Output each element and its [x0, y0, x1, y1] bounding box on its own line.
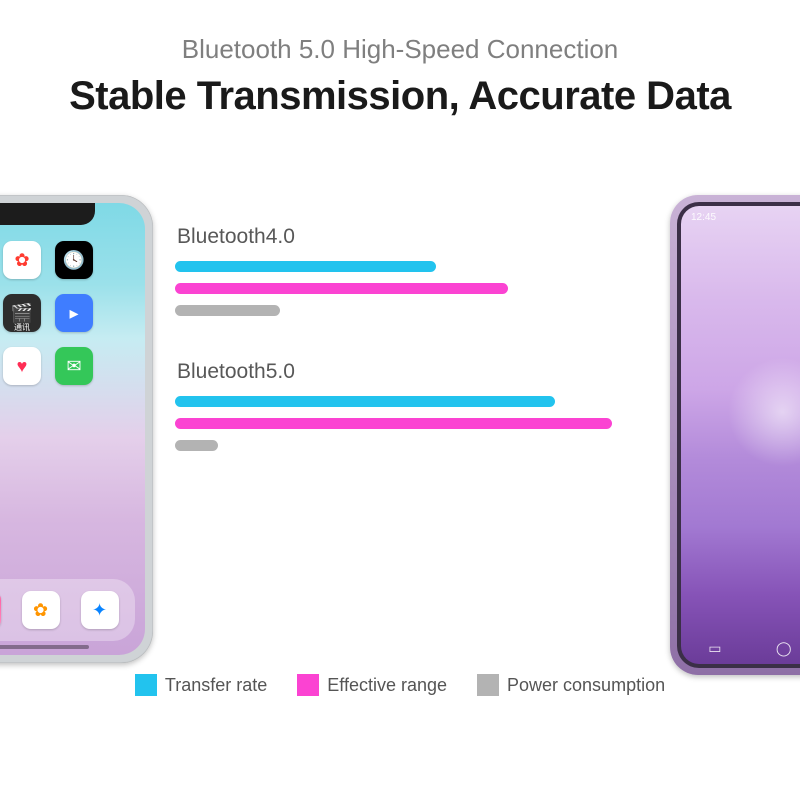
clock-icon: 🕓 — [55, 241, 93, 279]
video-icon: ▸ — [55, 294, 93, 332]
comparison-chart: Bluetooth4.0 Bluetooth5.0 — [175, 225, 650, 495]
bar-bt40-transfer — [175, 261, 436, 272]
bar-bt40-range — [175, 283, 508, 294]
bar-bt50-range — [175, 418, 612, 429]
bar-bt50-transfer — [175, 396, 555, 407]
legend-swatch-gray — [477, 674, 499, 696]
home-indicator — [0, 645, 89, 649]
chart-group-label: Bluetooth4.0 — [175, 225, 650, 249]
page-title: Stable Transmission, Accurate Data — [0, 74, 800, 119]
photos-icon: ✿ — [3, 241, 41, 279]
legend-item-transfer: Transfer rate — [135, 674, 267, 696]
chart-group-bt40: Bluetooth4.0 — [175, 225, 650, 316]
bar-bt40-power — [175, 305, 280, 316]
bar-bt50-power — [175, 440, 218, 451]
messages-icon: ✉ — [55, 347, 93, 385]
health-icon: ♥ — [3, 347, 41, 385]
legend-swatch-blue — [135, 674, 157, 696]
phone-right-illustration: 12:45▲ ▮ ▭ ◯ ◁ — [670, 195, 800, 675]
legend-item-range: Effective range — [297, 674, 447, 696]
safari-icon: ✦ — [81, 591, 119, 629]
page-subtitle: Bluetooth 5.0 High-Speed Connection — [0, 34, 800, 65]
nav-home-icon: ◯ — [776, 640, 792, 657]
photos-dock-icon: ✿ — [22, 591, 60, 629]
music-icon: ♪ — [0, 591, 1, 629]
phone-left-illustration: 📷相机 ✿ 🕓 ⚙ 🎬通讯 ▸ Ⓐ ♥ ✉ ♪ ✿ ✦ — [0, 195, 153, 663]
chart-group-bt50: Bluetooth5.0 — [175, 360, 650, 451]
phone-notch — [0, 203, 95, 225]
legend-swatch-pink — [297, 674, 319, 696]
nav-recents-icon: ▭ — [708, 640, 721, 657]
legend-label: Transfer rate — [165, 675, 267, 696]
android-status-bar: 12:45▲ ▮ — [681, 206, 800, 228]
android-nav-bar: ▭ ◯ ◁ — [681, 632, 800, 664]
chart-group-label: Bluetooth5.0 — [175, 360, 650, 384]
app-grid: 📷相机 ✿ 🕓 ⚙ 🎬通讯 ▸ Ⓐ ♥ ✉ — [0, 241, 131, 385]
legend-label: Effective range — [327, 675, 447, 696]
legend-item-power: Power consumption — [477, 674, 665, 696]
legend-label: Power consumption — [507, 675, 665, 696]
chart-legend: Transfer rate Effective range Power cons… — [0, 674, 800, 696]
phone-dock: ♪ ✿ ✦ — [0, 579, 135, 641]
